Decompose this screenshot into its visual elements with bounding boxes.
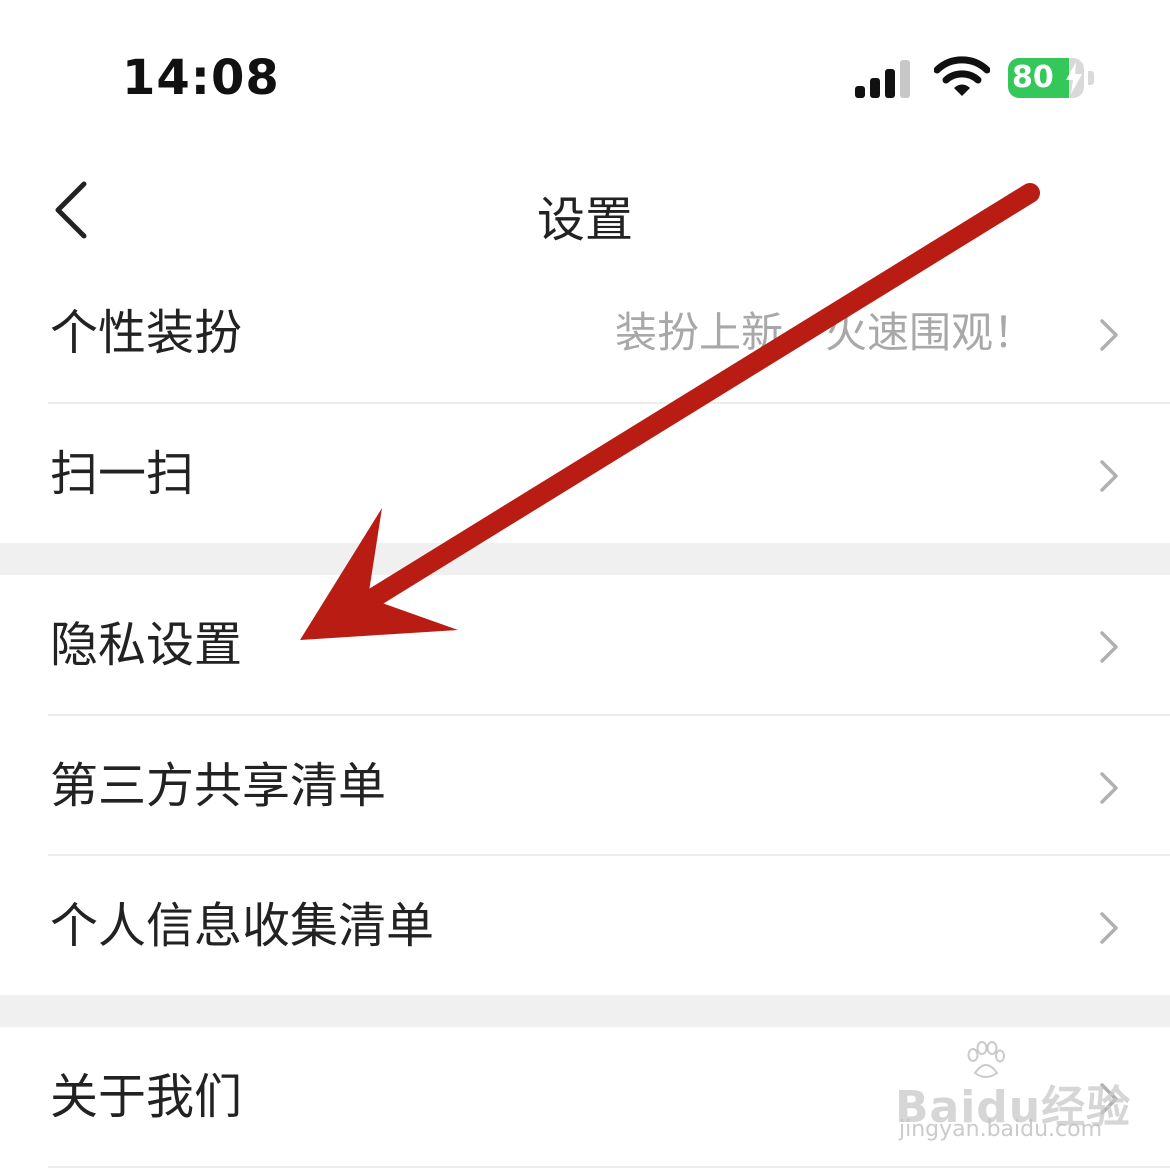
divider: [48, 1166, 1170, 1168]
section-gap: [0, 995, 1170, 1027]
battery-cap: [1088, 71, 1094, 85]
chevron-right-icon: [1100, 319, 1118, 351]
row-label: 隐私设置: [50, 617, 243, 673]
status-time: 14:08: [122, 50, 280, 106]
settings-row-scan[interactable]: 扫一扫: [0, 404, 1170, 544]
battery-icon: 80: [1008, 58, 1094, 98]
row-label: 第三方共享清单: [50, 758, 387, 814]
settings-screen: 14:08 80 设置 个性装扮 装扮上新，火速围观！ 扫一扫 隐私设置 第三方…: [0, 0, 1170, 1170]
settings-row-personalization[interactable]: 个性装扮 装扮上新，火速围观！: [0, 263, 1170, 403]
battery-level: 80: [1012, 60, 1054, 95]
row-label: 关于我们: [50, 1069, 243, 1125]
chevron-right-icon: [1100, 772, 1118, 804]
row-label: 个性装扮: [50, 305, 243, 361]
section-gap: [0, 543, 1170, 575]
wifi-icon: [934, 56, 990, 96]
chevron-right-icon: [1100, 460, 1118, 492]
settings-row-third-party-sharing[interactable]: 第三方共享清单: [0, 716, 1170, 856]
chevron-right-icon: [1100, 631, 1118, 663]
bolt-icon: [1066, 62, 1082, 94]
row-label: 个人信息收集清单: [50, 898, 435, 954]
status-bar: 14:08 80: [0, 0, 1170, 150]
chevron-right-icon: [1100, 912, 1118, 944]
row-hint: 装扮上新，火速围观！: [614, 308, 1035, 357]
nav-bar: 设置: [0, 150, 1170, 270]
battery-body: 80: [1008, 58, 1084, 98]
settings-row-privacy[interactable]: 隐私设置: [0, 575, 1170, 715]
watermark-url: jingyan.baidu.com: [899, 1117, 1103, 1142]
baidu-watermark: Baidu经验 jingyan.baidu.com: [895, 1041, 1130, 1155]
page-title: 设置: [536, 192, 633, 248]
settings-row-personal-info-collection[interactable]: 个人信息收集清单: [0, 856, 1170, 996]
signal-icon: [855, 60, 910, 98]
row-label: 扫一扫: [50, 446, 195, 502]
